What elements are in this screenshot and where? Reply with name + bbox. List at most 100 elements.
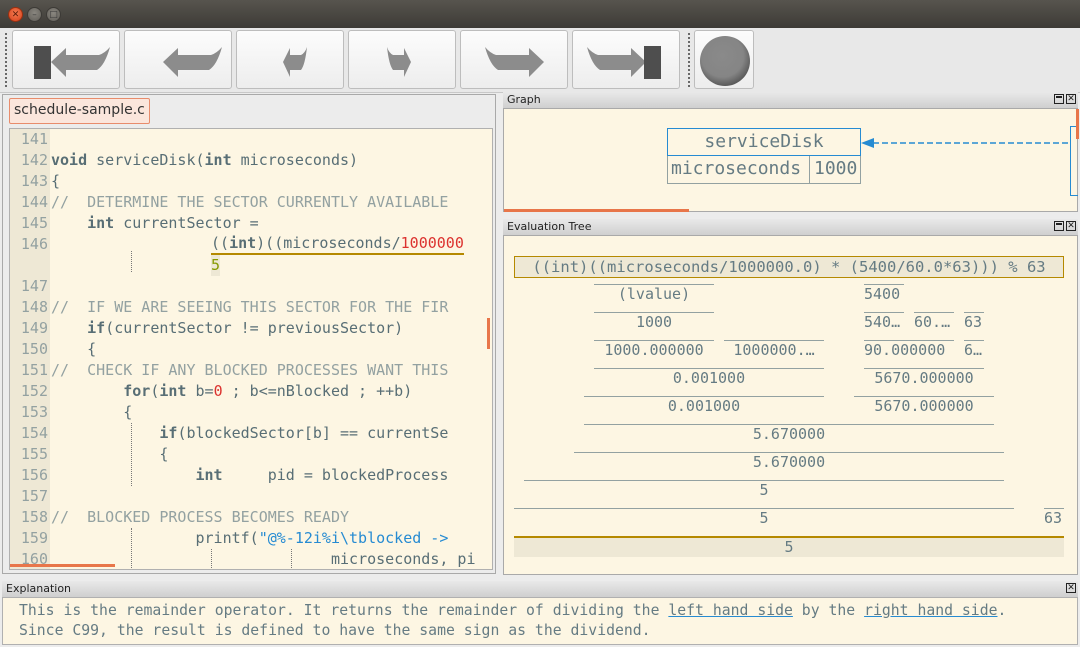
line-number: 149 xyxy=(20,319,48,337)
left-hand-side-link[interactable]: left hand side xyxy=(668,601,793,619)
number-literal: 0 xyxy=(213,382,223,400)
jump-to-start-button[interactable] xyxy=(12,30,120,89)
keyword: int xyxy=(159,382,187,400)
maximize-icon: □ xyxy=(49,10,58,20)
tree-node[interactable]: 60.… xyxy=(914,312,954,332)
tree-node[interactable]: 5670.000000 xyxy=(864,368,984,388)
vertical-splitter[interactable] xyxy=(497,94,502,574)
graph-horizontal-scrollbar-thumb[interactable] xyxy=(504,209,689,212)
line-number: 142 xyxy=(20,151,48,169)
code-editor[interactable]: 141 142 void serviceDisk(int microseconds… xyxy=(9,128,493,570)
code-text: pid = blockedProcess xyxy=(222,466,449,484)
line-number: 154 xyxy=(20,424,48,442)
tree-node[interactable]: 63 xyxy=(964,312,984,332)
stack-frame-header[interactable]: serviceDisk xyxy=(667,128,861,156)
tree-node[interactable]: 0.001000 xyxy=(594,368,824,388)
tree-node[interactable]: 540… xyxy=(864,312,904,332)
tree-node[interactable]: 5400 xyxy=(864,284,904,304)
toolbar-grip-handle[interactable] xyxy=(4,32,8,88)
vertical-scrollbar-thumb[interactable] xyxy=(487,318,490,349)
keyword: void xyxy=(51,151,88,169)
close-icon: ✕ xyxy=(1067,94,1075,104)
step-back-icon xyxy=(163,47,222,77)
close-icon: ✕ xyxy=(11,10,20,20)
tab-schedule-sample[interactable]: schedule-sample.c xyxy=(9,98,150,124)
tree-node[interactable]: 63 xyxy=(1044,508,1064,528)
line-number: 157 xyxy=(20,487,48,505)
forward-to-end-icon xyxy=(587,46,661,79)
code-text: (blockedSector[b] == currentSe xyxy=(177,424,449,442)
horizontal-splitter[interactable] xyxy=(0,576,1080,580)
inline-value-annotation: 5 xyxy=(211,255,221,276)
evaluation-tree-canvas: ((int)((microseconds/1000000.0) * (5400/… xyxy=(503,235,1078,575)
tree-result-row[interactable]: 5 xyxy=(514,536,1064,557)
line-number: 153 xyxy=(20,403,48,421)
graph-float-button[interactable] xyxy=(1054,94,1064,104)
tree-node[interactable]: 5.670000 xyxy=(584,424,994,444)
tree-node[interactable]: 5.670000 xyxy=(574,452,1004,472)
jump-to-end-button[interactable] xyxy=(572,30,680,89)
indent-guide xyxy=(131,423,132,486)
line-number: 141 xyxy=(20,130,48,148)
horizontal-scrollbar-thumb[interactable] xyxy=(10,564,115,567)
line-number: 159 xyxy=(20,529,48,547)
graph-close-button[interactable]: ✕ xyxy=(1066,94,1076,104)
tree-node[interactable]: 5 xyxy=(514,508,1014,528)
tree-node[interactable]: 90.000000 xyxy=(864,340,954,360)
explanation-close-button[interactable]: ✕ xyxy=(1066,583,1076,593)
keyword: int xyxy=(204,151,232,169)
record-button[interactable] xyxy=(694,30,754,89)
code-text: currentSector = xyxy=(114,214,259,232)
keyword: if xyxy=(159,424,178,442)
toolbar-grip-handle-2[interactable] xyxy=(687,32,691,88)
step-back-in-button[interactable] xyxy=(236,30,344,89)
line-number: 152 xyxy=(20,382,48,400)
evaluation-tree-float-button[interactable] xyxy=(1054,221,1064,231)
code-text: { xyxy=(159,445,169,463)
code-text: ; b<=nBlocked ; ++b) xyxy=(222,382,413,400)
code-text: { xyxy=(51,172,61,190)
explanation-panel-title: Explanation ✕ xyxy=(2,581,1078,597)
code-text: microseconds, pi xyxy=(331,550,476,568)
window-maximize-button[interactable]: □ xyxy=(46,7,61,22)
keyword: int xyxy=(87,214,115,232)
graph-panel-title: Graph ✕ xyxy=(503,92,1078,108)
line-number: 144 xyxy=(20,193,48,211)
window-close-button[interactable]: ✕ xyxy=(8,7,23,22)
step-forward-in-button[interactable] xyxy=(348,30,456,89)
right-hand-side-link[interactable]: right hand side xyxy=(864,601,997,619)
float-icon xyxy=(1056,223,1062,230)
tree-node[interactable]: 5 xyxy=(524,480,1004,500)
tree-node[interactable]: 0.001000 xyxy=(584,396,824,416)
minimize-icon: – xyxy=(32,10,37,20)
code-text: serviceDisk( xyxy=(87,151,205,169)
line-number: 158 xyxy=(20,508,48,526)
code-text: )((microseconds/ xyxy=(256,234,401,252)
variable-row: microseconds 1000 xyxy=(667,156,861,184)
tree-node[interactable]: 1000.000000 xyxy=(594,340,714,360)
indent-guide xyxy=(131,528,132,569)
string-literal: "@%-12i%i\tblocked -> xyxy=(258,529,449,547)
tree-node[interactable]: 1000 xyxy=(594,312,714,332)
comment: // CHECK IF ANY BLOCKED PROCESSES WANT T… xyxy=(51,361,449,379)
evaluation-tree-close-button[interactable]: ✕ xyxy=(1066,221,1076,231)
keyword: int xyxy=(229,234,257,252)
highlighted-expression[interactable]: ((int)((microseconds/1000000 xyxy=(211,234,464,255)
tree-node[interactable]: 1000000.… xyxy=(724,340,824,360)
tree-node[interactable]: 6… xyxy=(964,340,984,360)
number-literal: 1000000 xyxy=(400,234,464,252)
tree-result-value: 5 xyxy=(784,538,794,556)
rewind-to-start-icon xyxy=(34,46,110,79)
line-number: 156 xyxy=(20,466,48,484)
indent-guide xyxy=(291,549,292,569)
tree-root-expression[interactable]: ((int)((microseconds/1000000.0) * (5400/… xyxy=(514,256,1064,278)
tree-node[interactable]: 5670.000000 xyxy=(854,396,994,416)
explanation-text: This is the remainder operator. It retur… xyxy=(19,600,1043,640)
line-number: 143 xyxy=(20,172,48,190)
step-back-out-button[interactable] xyxy=(124,30,232,89)
code-text: printf( xyxy=(195,529,259,547)
graph-vertical-scrollbar-thumb[interactable] xyxy=(1076,109,1079,139)
step-forward-out-button[interactable] xyxy=(460,30,568,89)
window-minimize-button[interactable]: – xyxy=(27,7,42,22)
tree-node[interactable]: (lvalue) xyxy=(594,284,714,304)
